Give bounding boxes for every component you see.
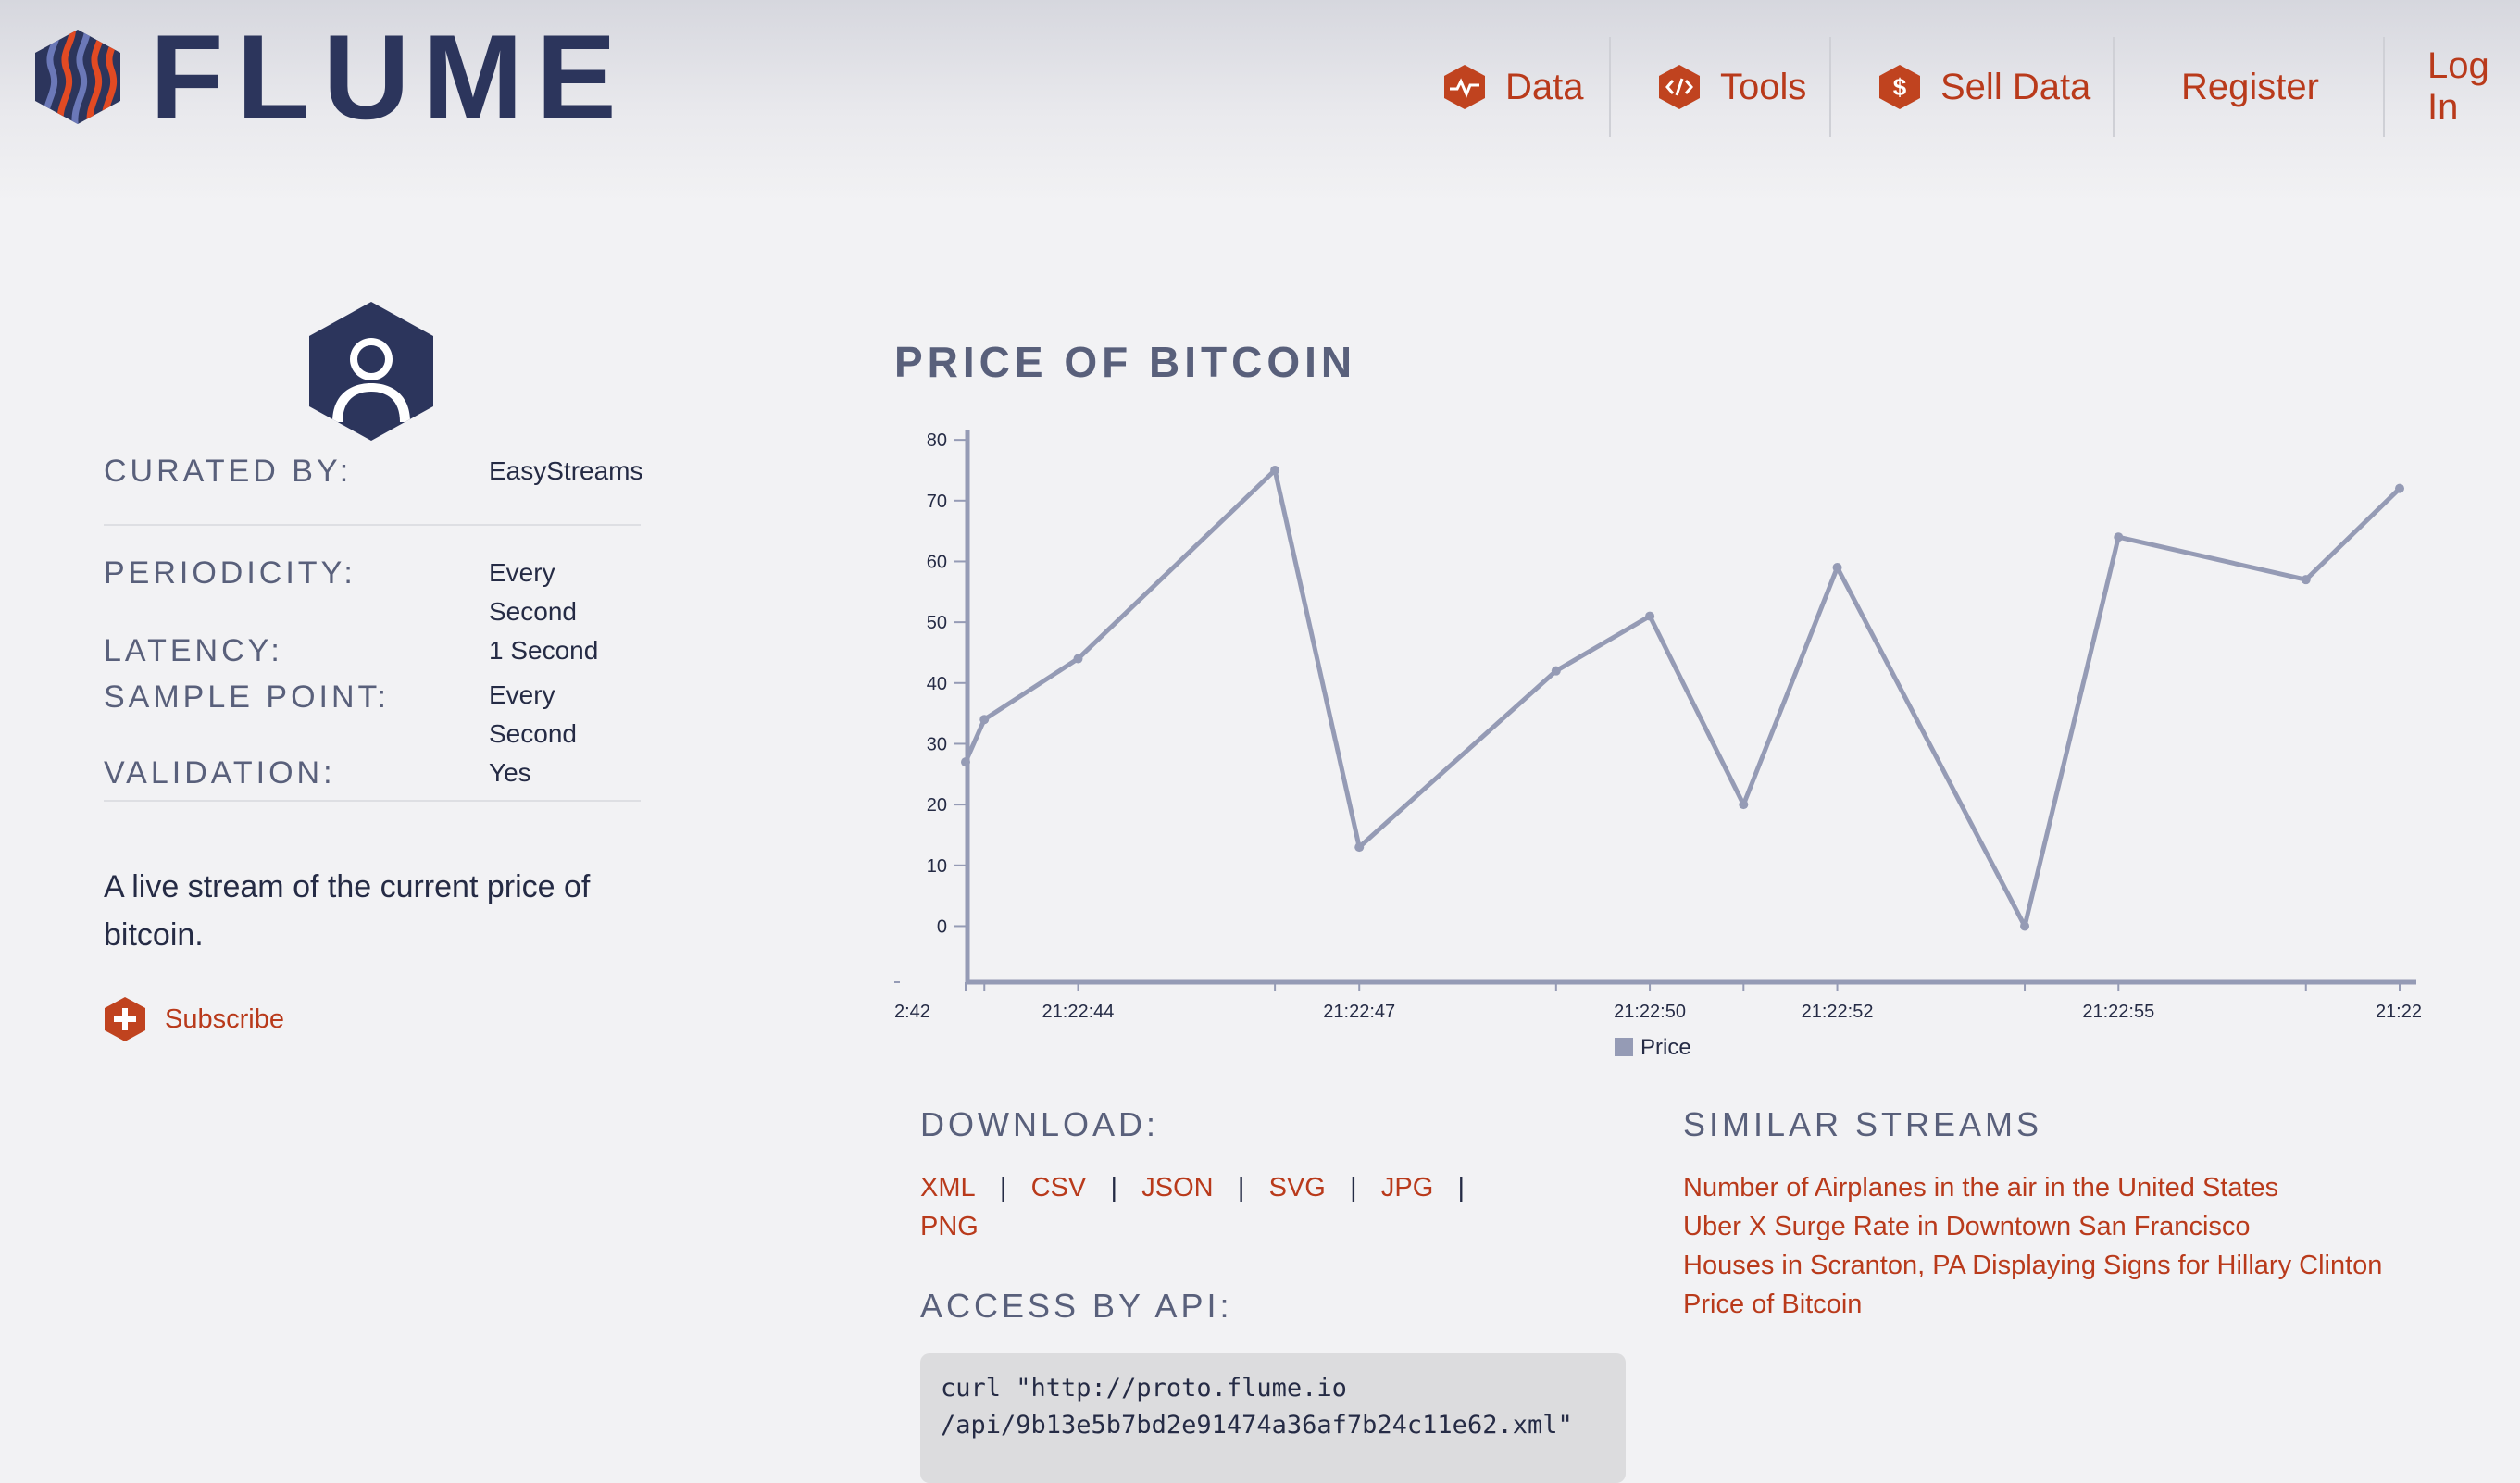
sample-point-value-line2: Second [489, 719, 577, 748]
sample-point-label: SAMPLE POINT: [104, 679, 390, 715]
x-tick-label: 21:22 [2376, 1002, 2422, 1022]
latency-value: 1 Second [489, 636, 599, 665]
similar-stream-link[interactable]: Uber X Surge Rate in Downtown San Franci… [1683, 1207, 2424, 1246]
nav-register[interactable]: Register [2181, 37, 2319, 137]
api-title: ACCESS BY API: [920, 1287, 1233, 1325]
latency-label: LATENCY: [104, 633, 283, 668]
download-png-link[interactable]: PNG [920, 1212, 979, 1241]
data-point [1354, 842, 1365, 853]
periodicity-label: PERIODICITY: [104, 555, 356, 591]
nav-divider [1829, 37, 1831, 137]
nav-tools-label: Tools [1720, 66, 1807, 107]
svg-text:$: $ [1893, 73, 1907, 101]
data-point [2020, 921, 2030, 931]
divider [104, 800, 641, 802]
dollar-icon: $ [1879, 65, 1920, 109]
y-tick-label: 10 [927, 856, 947, 877]
y-tick-label: 40 [927, 674, 947, 694]
y-tick-label: 30 [927, 734, 947, 754]
sample-point-value-line1: Every [489, 680, 555, 709]
code-icon [1659, 65, 1700, 109]
similar-stream-link[interactable]: Number of Airplanes in the air in the Un… [1683, 1168, 2424, 1207]
curator-avatar-icon [309, 302, 433, 441]
subscribe-label: Subscribe [165, 1003, 284, 1034]
download-separator: | [999, 1173, 1007, 1203]
subscribe-button[interactable]: Subscribe [104, 996, 284, 1042]
x-tick-label: 21:22:55 [2082, 1002, 2154, 1022]
legend-label: Price [1640, 1035, 1691, 1060]
periodicity-value-line1: Every [489, 558, 555, 587]
plus-icon [105, 997, 145, 1041]
download-separator: | [1237, 1173, 1245, 1203]
data-point [2301, 575, 2311, 585]
y-tick-label: 60 [927, 552, 947, 572]
nav-register-label: Register [2181, 66, 2319, 107]
legend-swatch [1615, 1038, 1633, 1056]
y-tick-label: 20 [927, 795, 947, 816]
similar-stream-link[interactable]: Houses in Scranton, PA Displaying Signs … [1683, 1246, 2424, 1285]
nav-login-label: Log In [2427, 45, 2489, 128]
price-chart: 80 70 60 50 40 30 20 10 0 2:42 21:22:44 21:22:47 21:… [894, 430, 2422, 1060]
data-point [1832, 563, 1842, 573]
nav-data-label: Data [1505, 66, 1584, 107]
data-point [979, 715, 990, 725]
data-point [1739, 800, 1749, 810]
brand-name[interactable]: FLUME [150, 17, 630, 137]
download-csv-link[interactable]: CSV [1031, 1173, 1087, 1203]
download-svg-link[interactable]: SVG [1269, 1173, 1326, 1203]
x-tick-label: 21:22:50 [1614, 1002, 1686, 1022]
nav-tools[interactable]: Tools [1657, 37, 1806, 137]
flume-logo-icon[interactable] [33, 28, 122, 126]
download-separator: | [1350, 1173, 1357, 1203]
header: FLUME Data Tools $ Sell Data Register Lo… [0, 0, 2520, 204]
data-point [1270, 465, 1280, 475]
nav-divider [2113, 37, 2115, 137]
curated-by-value[interactable]: EasyStreams [489, 452, 643, 491]
download-separator: | [1110, 1173, 1118, 1203]
api-code-line1: curl "http://proto.flume.io [941, 1374, 1347, 1402]
download-jpg-link[interactable]: JPG [1381, 1173, 1433, 1203]
download-title: DOWNLOAD: [920, 1105, 1160, 1143]
download-json-link[interactable]: JSON [1141, 1173, 1213, 1203]
api-code-line2: /api/9b13e5b7bd2e91474a36af7b24c11e62.xm… [941, 1411, 1573, 1439]
data-point [2114, 532, 2124, 542]
data-point [1551, 666, 1561, 676]
price-series-line [963, 467, 2401, 928]
x-tick-label: 21:22:47 [1323, 1002, 1395, 1022]
divider [104, 524, 641, 526]
stream-description: A live stream of the current price of bi… [104, 869, 591, 953]
y-tick-label: 70 [927, 492, 947, 512]
curated-by-label: CURATED BY: [104, 454, 353, 489]
nav-divider [2383, 37, 2385, 137]
data-point [961, 757, 970, 767]
similar-streams-list: Number of Airplanes in the air in the Un… [1683, 1168, 2424, 1324]
similar-stream-link[interactable]: Price of Bitcoin [1683, 1285, 2424, 1324]
download-separator: | [1457, 1173, 1466, 1203]
download-links: XML | CSV | JSON | SVG | JPG | PNG [920, 1168, 1587, 1246]
y-tick-label: 0 [937, 916, 947, 937]
nav-sell-data-label: Sell Data [1940, 66, 2091, 107]
nav-data[interactable]: Data [1442, 37, 1584, 137]
similar-streams-title: SIMILAR STREAMS [1683, 1105, 2043, 1143]
validation-label: VALIDATION: [104, 755, 336, 791]
validation-value: Yes [489, 758, 531, 787]
y-tick-label: 80 [927, 430, 947, 451]
nav-divider [1609, 37, 1611, 137]
data-point [2395, 483, 2404, 493]
x-tick-label: 2:42 [894, 1002, 930, 1022]
download-xml-link[interactable]: XML [920, 1173, 976, 1203]
top-nav: Data Tools $ Sell Data Register Log In [1409, 37, 2520, 137]
nav-sell-data[interactable]: $ Sell Data [1878, 37, 2090, 137]
nav-login[interactable]: Log In [2427, 37, 2520, 137]
chart-title: PRICE OF BITCOIN [894, 338, 1357, 386]
data-point [1645, 611, 1655, 621]
api-code-block[interactable]: curl "http://proto.flume.io/api/9b13e5b7… [920, 1353, 1626, 1483]
x-tick-label: 21:22:44 [1042, 1002, 1115, 1022]
activity-icon [1444, 65, 1485, 109]
data-point [1073, 654, 1083, 664]
x-tick-label: 21:22:52 [1802, 1002, 1874, 1022]
y-tick-label: 50 [927, 613, 947, 633]
periodicity-value-line2: Second [489, 597, 577, 626]
